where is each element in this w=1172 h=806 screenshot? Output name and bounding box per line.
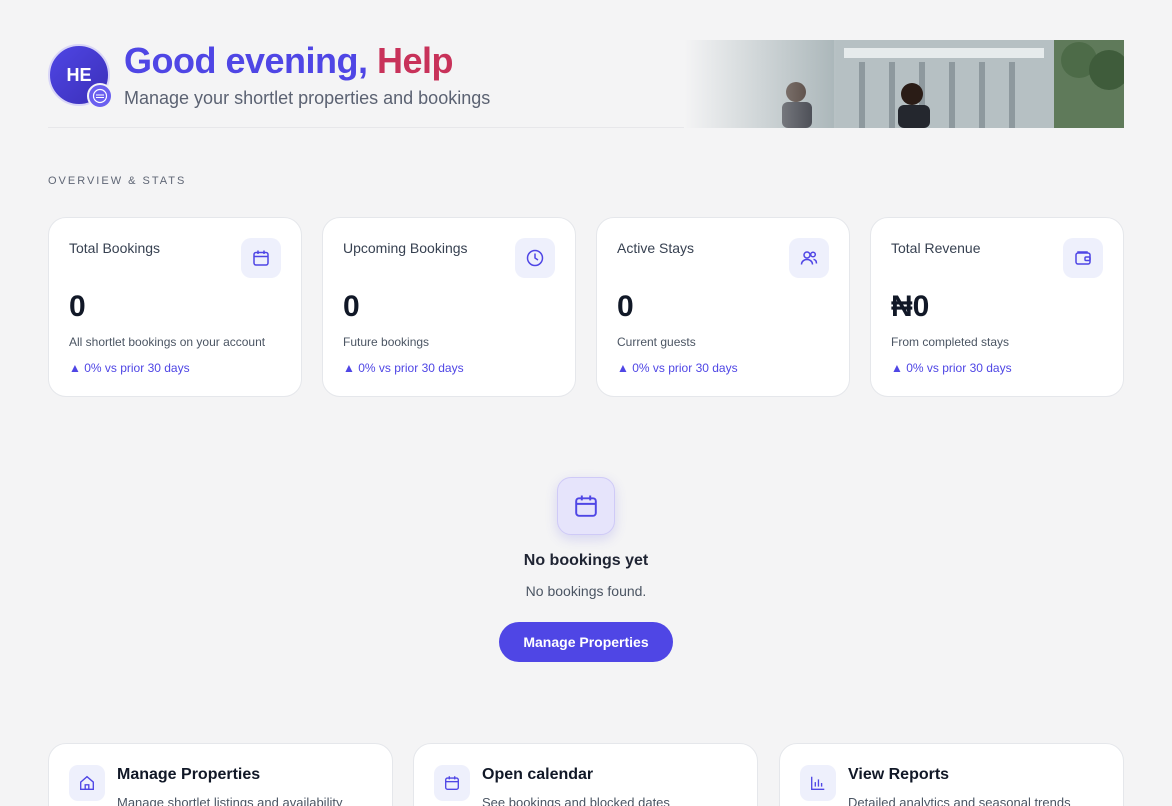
action-title: Manage Properties bbox=[117, 766, 261, 783]
stat-value: 0 bbox=[69, 290, 86, 323]
stat-trend: ▲ 0% vs prior 30 days bbox=[69, 361, 190, 375]
stat-description: Current guests bbox=[617, 335, 696, 349]
calendar-icon bbox=[557, 477, 615, 535]
stat-card-total-bookings[interactable]: Total Bookings 0 All shortlet bookings o… bbox=[48, 217, 302, 397]
avatar-initials: HE bbox=[66, 64, 92, 85]
stat-description: From completed stays bbox=[891, 335, 1010, 349]
stat-title: Total Bookings bbox=[69, 240, 161, 256]
greeting-heading: Good evening, Help bbox=[124, 40, 454, 82]
empty-state-subtitle: No bookings found. bbox=[525, 583, 647, 599]
stat-card-active-stays[interactable]: Active Stays 0 Current guests ▲ 0% vs pr… bbox=[596, 217, 850, 397]
action-description: Manage shortlet listings and availabilit… bbox=[117, 795, 343, 806]
action-title: Open calendar bbox=[482, 766, 594, 783]
stat-description: All shortlet bookings on your account bbox=[69, 335, 266, 349]
calendar-icon bbox=[434, 765, 470, 801]
section-label-overview: OVERVIEW & STATS bbox=[48, 175, 187, 187]
empty-state-title: No bookings yet bbox=[523, 552, 649, 569]
action-description: Detailed analytics and seasonal trends bbox=[848, 795, 1071, 806]
stat-card-upcoming-bookings[interactable]: Upcoming Bookings 0 Future bookings ▲ 0%… bbox=[322, 217, 576, 397]
stat-title: Total Revenue bbox=[891, 240, 981, 256]
action-description: See bookings and blocked dates bbox=[482, 795, 670, 806]
stats-grid: Total Bookings 0 All shortlet bookings o… bbox=[48, 217, 1124, 397]
hero-image bbox=[684, 40, 1124, 128]
stat-title: Upcoming Bookings bbox=[343, 240, 468, 256]
stat-trend: ▲ 0% vs prior 30 days bbox=[891, 361, 1012, 375]
quick-actions: Manage Properties Manage shortlet listin… bbox=[48, 743, 1124, 806]
dashboard-header: HE Good evening, Help Manage your shortl… bbox=[48, 40, 1124, 128]
stat-trend: ▲ 0% vs prior 30 days bbox=[617, 361, 738, 375]
user-name: Help bbox=[377, 40, 454, 81]
clock-icon bbox=[515, 238, 555, 278]
action-title: View Reports bbox=[848, 766, 950, 783]
stat-value: 0 bbox=[343, 290, 360, 323]
greeting-text: Good evening, bbox=[124, 40, 368, 81]
page-subtitle: Manage your shortlet properties and book… bbox=[124, 88, 491, 108]
action-card-open-calendar[interactable]: Open calendar See bookings and blocked d… bbox=[413, 743, 758, 806]
stat-title: Active Stays bbox=[617, 240, 695, 256]
empty-state: No bookings yet No bookings found. Manag… bbox=[436, 477, 736, 667]
calendar-icon bbox=[241, 238, 281, 278]
wallet-icon bbox=[1063, 238, 1103, 278]
stat-value: ₦0 bbox=[891, 290, 930, 323]
action-card-manage-properties[interactable]: Manage Properties Manage shortlet listin… bbox=[48, 743, 393, 806]
badge-icon bbox=[87, 83, 113, 109]
manage-properties-button[interactable]: Manage Properties bbox=[499, 622, 673, 662]
stat-value: 0 bbox=[617, 290, 634, 323]
action-card-view-reports[interactable]: View Reports Detailed analytics and seas… bbox=[779, 743, 1124, 806]
bar-chart-icon bbox=[800, 765, 836, 801]
home-icon bbox=[69, 765, 105, 801]
users-icon bbox=[789, 238, 829, 278]
stat-description: Future bookings bbox=[343, 335, 430, 349]
stat-card-total-revenue[interactable]: Total Revenue ₦0 From completed stays ▲ … bbox=[870, 217, 1124, 397]
stat-trend: ▲ 0% vs prior 30 days bbox=[343, 361, 464, 375]
